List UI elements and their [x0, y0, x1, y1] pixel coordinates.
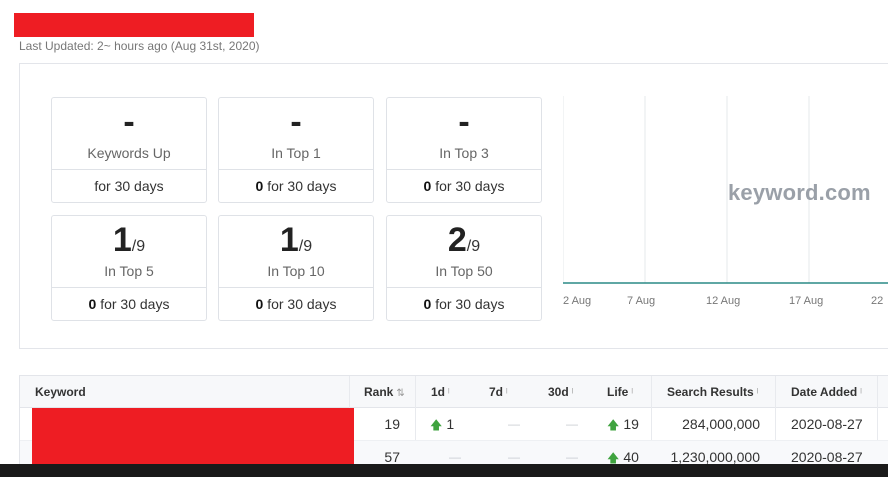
arrow-up-icon: 🡅	[607, 418, 620, 432]
column-header-keyword[interactable]: Keyword	[35, 376, 86, 408]
stat-card-in-top-1: - In Top 1 0 for 30 days	[218, 97, 374, 203]
stat-footer: 0 for 30 days	[255, 296, 337, 312]
stat-footer: 0 for 30 days	[423, 178, 505, 194]
sort-icon: ˡ	[448, 388, 450, 399]
30d-change-cell: —	[566, 417, 578, 431]
stat-label: In Top 3	[439, 145, 489, 161]
stat-card-in-top-10: 1/9 In Top 10 0 for 30 days	[218, 215, 374, 321]
stat-footer: 0 for 30 days	[423, 296, 505, 312]
column-header-search-results[interactable]: Search Results ˡ	[667, 376, 758, 408]
column-header-1d[interactable]: 1d ˡ	[431, 376, 450, 408]
stat-label: In Top 5	[104, 263, 154, 279]
keywords-table: Keyword Rank ⇅ 1d ˡ 7d ˡ 30d ˡ Life ˡ Search …	[19, 375, 888, 477]
chart-x-tick-label: 7 Aug	[627, 295, 655, 307]
last-updated-text: Last Updated: 2~ hours ago (Aug 31st, 20…	[19, 39, 260, 53]
ranking-chart: 2 Aug 7 Aug 12 Aug 17 Aug 22 keyword.com	[563, 96, 888, 326]
column-header-life[interactable]: Life ˡ	[607, 376, 633, 408]
table-row[interactable]: 19 🡅 1 — — 🡅 19 284,000,000 2020-08-27	[20, 408, 888, 441]
ranking-chart-svg: 2 Aug 7 Aug 12 Aug 17 Aug 22	[563, 96, 888, 307]
stat-footer: 0 for 30 days	[88, 296, 170, 312]
stat-label: In Top 10	[267, 263, 325, 279]
stat-value: -	[458, 103, 470, 141]
life-change-cell: 🡅 19	[607, 416, 639, 432]
column-header-7d[interactable]: 7d ˡ	[489, 376, 508, 408]
sort-icon: ˡ	[756, 388, 759, 399]
stat-value: -	[290, 103, 302, 141]
stat-value: -	[123, 103, 135, 141]
column-header-30d[interactable]: 30d ˡ	[548, 376, 573, 408]
sort-icon: ˡ	[631, 388, 633, 399]
search-results-cell: 284,000,000	[682, 416, 760, 432]
stat-label: In Top 50	[435, 263, 493, 279]
column-header-date-added[interactable]: Date Added ˡ	[791, 376, 862, 408]
window-bottom-bar	[0, 464, 888, 477]
summary-panel: - Keywords Up for 30 days - In Top 1 0 f…	[19, 63, 888, 349]
stat-footer: 0 for 30 days	[255, 178, 337, 194]
chart-x-tick-label: 2 Aug	[563, 295, 591, 307]
stat-label: In Top 1	[271, 145, 321, 161]
stat-value: 1/9	[279, 221, 313, 259]
sort-icon: ⇅	[396, 388, 405, 399]
stat-footer: for 30 days	[94, 178, 164, 194]
keyword-com-watermark: keyword.com	[728, 180, 871, 205]
redacted-keyword	[32, 441, 354, 464]
column-header-rank[interactable]: Rank ⇅	[364, 376, 405, 408]
chart-x-tick-label: 12 Aug	[706, 295, 740, 307]
stat-value: 2/9	[447, 221, 481, 259]
stat-label: Keywords Up	[87, 145, 171, 161]
rank-cell: 19	[384, 416, 400, 432]
stat-card-in-top-5: 1/9 In Top 5 0 for 30 days	[51, 215, 207, 321]
stat-card-in-top-3: - In Top 3 0 for 30 days	[386, 97, 542, 203]
7d-change-cell: —	[508, 417, 520, 431]
arrow-up-icon: 🡅	[607, 451, 620, 465]
redacted-project-title	[14, 13, 254, 37]
stat-value: 1/9	[112, 221, 146, 259]
stat-card-keywords-up: - Keywords Up for 30 days	[51, 97, 207, 203]
1d-change-cell: 🡅 1	[430, 416, 455, 432]
chart-x-tick-label: 22	[871, 295, 883, 307]
stat-card-in-top-50: 2/9 In Top 50 0 for 30 days	[386, 215, 542, 321]
sort-icon: ˡ	[860, 388, 862, 399]
date-added-cell: 2020-08-27	[791, 416, 863, 432]
table-header: Keyword Rank ⇅ 1d ˡ 7d ˡ 30d ˡ Life ˡ Search …	[20, 376, 888, 408]
arrow-up-icon: 🡅	[430, 418, 443, 432]
sort-icon: ˡ	[506, 388, 508, 399]
redacted-keyword	[32, 408, 354, 441]
chart-x-tick-label: 17 Aug	[789, 295, 823, 307]
sort-icon: ˡ	[571, 388, 574, 399]
